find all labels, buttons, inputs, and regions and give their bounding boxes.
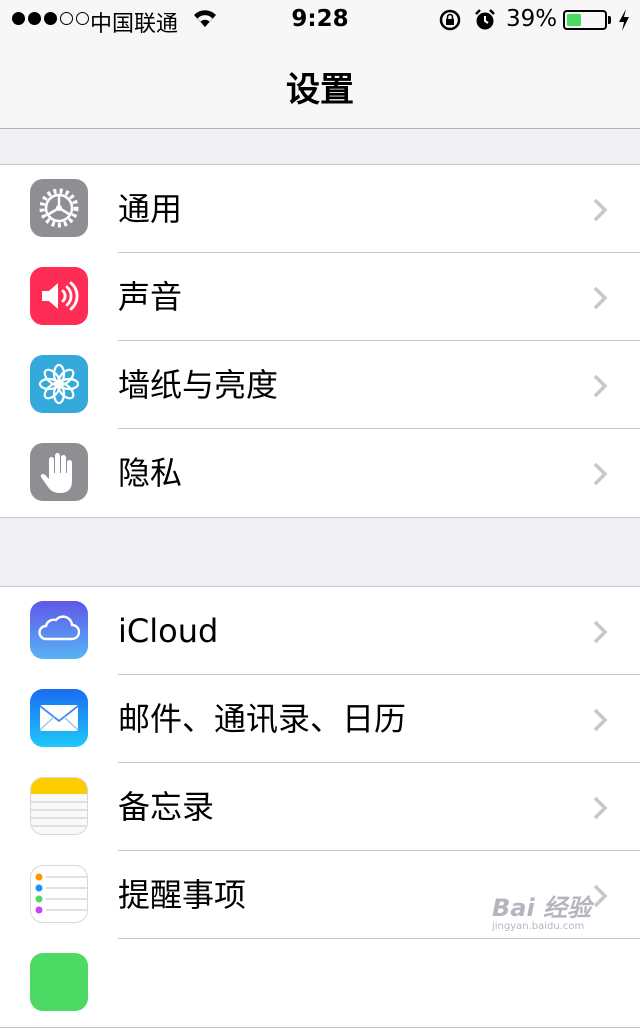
watermark-text: Bai 经验 — [492, 894, 592, 922]
settings-row-label: 提醒事项 — [118, 876, 247, 914]
cloud-icon — [30, 601, 88, 659]
watermark-sub: jingyan.baidu.com — [492, 921, 585, 932]
settings-row-icloud[interactable]: iCloud — [0, 587, 640, 675]
settings-row-label: 声音 — [118, 278, 183, 316]
app-icon — [30, 953, 88, 1011]
chevron-right-icon — [593, 884, 608, 908]
status-bar: 中国联通 9:28 39% — [0, 0, 640, 40]
chevron-right-icon — [593, 796, 608, 820]
hand-icon — [30, 443, 88, 501]
battery-icon — [563, 10, 607, 30]
settings-row-label: 隐私 — [118, 454, 183, 492]
rotation-lock-icon — [439, 9, 461, 31]
gear-icon — [30, 179, 88, 237]
mail-icon — [30, 689, 88, 747]
chevron-right-icon — [593, 286, 608, 310]
chevron-right-icon — [593, 462, 608, 486]
chevron-right-icon — [593, 374, 608, 398]
navigation-bar: 中国联通 9:28 39% 设置 — [0, 0, 640, 129]
flower-icon — [30, 355, 88, 413]
settings-row-label: 邮件、通讯录、日历 — [118, 700, 407, 738]
settings-group-1: 通用 声音 墙纸与亮度 隐私 — [0, 164, 640, 518]
settings-row-wallpaper-brightness[interactable]: 墙纸与亮度 — [0, 341, 640, 429]
page-title: 设置 — [286, 70, 354, 110]
alarm-icon — [475, 9, 495, 30]
settings-row-general[interactable]: 通用 — [0, 165, 640, 253]
watermark: Bai 经验 jingyan.baidu.com — [492, 888, 591, 932]
battery-tip — [608, 16, 611, 24]
settings-row-label: iCloud — [118, 612, 219, 650]
settings-row-privacy[interactable]: 隐私 — [0, 429, 640, 517]
settings-row-label: 通用 — [118, 190, 183, 228]
settings-row-mail-contacts-calendars[interactable]: 邮件、通讯录、日历 — [0, 675, 640, 763]
battery-level-fill — [567, 14, 581, 26]
settings-row-label: 备忘录 — [118, 788, 215, 826]
notes-icon — [30, 777, 88, 835]
speaker-icon — [30, 267, 88, 325]
chevron-right-icon — [593, 620, 608, 644]
charging-bolt-icon — [619, 9, 629, 31]
settings-row-sounds[interactable]: 声音 — [0, 253, 640, 341]
settings-row-partial[interactable] — [0, 939, 640, 1027]
chevron-right-icon — [593, 708, 608, 732]
battery-percentage: 39% — [506, 6, 558, 32]
settings-row-notes[interactable]: 备忘录 — [0, 763, 640, 851]
chevron-right-icon — [593, 198, 608, 222]
settings-row-label: 墙纸与亮度 — [118, 366, 279, 404]
reminders-icon — [30, 865, 88, 923]
settings-group-2: iCloud 邮件、通讯录、日历 备忘录 提醒事项 — [0, 586, 640, 1028]
